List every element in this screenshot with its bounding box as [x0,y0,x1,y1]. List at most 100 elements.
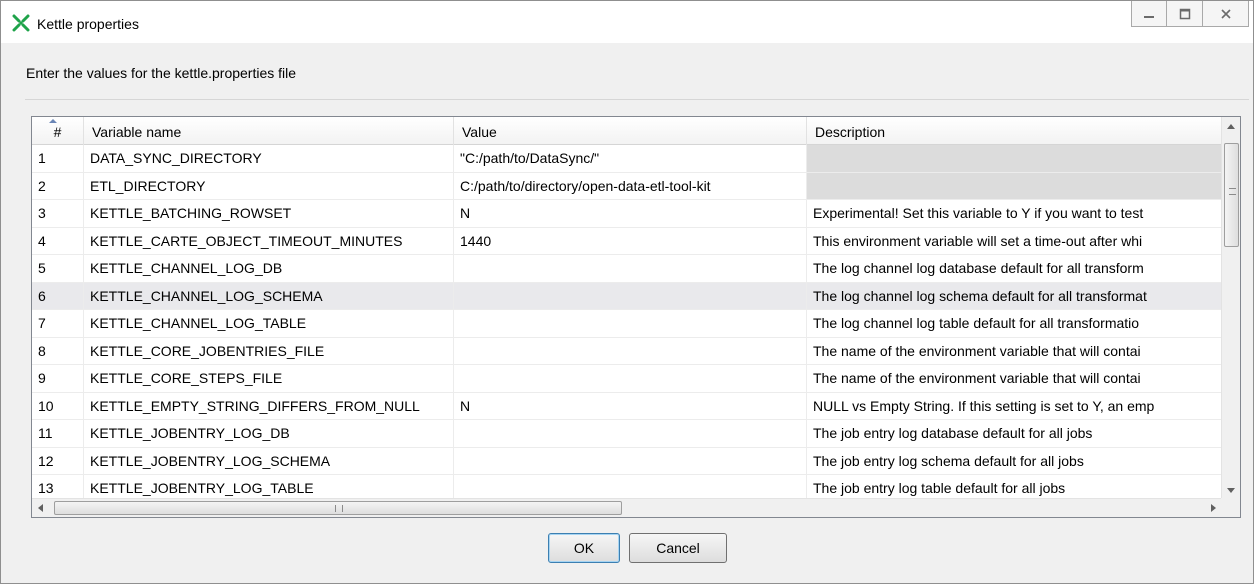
table-row[interactable]: 3 KETTLE_BATCHING_ROWSET N Experimental! Se… [32,200,1222,228]
table-row[interactable]: 11 KETTLE_JOBENTRY_LOG_DB The job entry lo… [32,420,1222,448]
grip-icon [1229,188,1236,195]
horizontal-scrollbar[interactable] [32,498,1222,517]
scrollbar-corner [1221,498,1240,517]
description-cell[interactable] [807,145,1222,172]
variable-name-cell[interactable]: KETTLE_BATCHING_ROWSET [84,200,454,227]
description-cell[interactable]: The name of the environment variable tha… [807,337,1222,364]
table-header: # Variable name Value Description [32,117,1222,145]
description-cell[interactable]: Experimental! Set this variable to Y if … [807,200,1222,227]
row-number: 4 [32,227,84,254]
row-number: 11 [32,420,84,447]
table-row[interactable]: 13 KETTLE_JOBENTRY_LOG_TABLE The job entry… [32,475,1222,500]
close-button[interactable] [1203,1,1249,27]
row-number: 9 [32,365,84,392]
value-cell[interactable]: C:/path/to/directory/open-data-etl-tool-… [454,172,807,199]
row-number: 8 [32,337,84,364]
scroll-down-icon[interactable] [1227,488,1235,493]
variable-name-cell[interactable]: KETTLE_CHANNEL_LOG_SCHEMA [84,282,454,309]
ok-button[interactable]: OK [548,533,620,563]
variable-name-cell[interactable]: KETTLE_CHANNEL_LOG_DB [84,255,454,282]
column-header-variable-name[interactable]: Variable name [84,117,454,145]
table-row[interactable]: 6 KETTLE_CHANNEL_LOG_SCHEMA The log channe… [32,282,1222,310]
variable-name-cell[interactable]: KETTLE_CORE_STEPS_FILE [84,365,454,392]
description-cell[interactable]: The log channel log table default for al… [807,310,1222,337]
description-cell[interactable]: This environment variable will set a tim… [807,227,1222,254]
close-icon [1220,8,1231,19]
description-cell[interactable]: The job entry log schema default for all… [807,447,1222,474]
column-header-description[interactable]: Description [807,117,1222,145]
column-header-label: Value [462,124,497,140]
horizontal-scroll-thumb[interactable] [54,501,622,515]
column-header-label: Description [815,124,886,140]
value-cell[interactable] [454,365,807,392]
variable-name-cell[interactable]: KETTLE_JOBENTRY_LOG_DB [84,420,454,447]
row-number: 6 [32,282,84,309]
row-number: 2 [32,172,84,199]
table-row[interactable]: 10 KETTLE_EMPTY_STRING_DIFFERS_FROM_NULL N… [32,392,1222,420]
row-number: 12 [32,447,84,474]
description-cell[interactable]: NULL vs Empty String. If this setting is… [807,392,1222,419]
window-controls [1131,1,1249,29]
table-row[interactable]: 2 ETL_DIRECTORY C:/path/to/directory/open-… [32,172,1222,200]
value-cell[interactable] [454,475,807,500]
value-cell[interactable] [454,447,807,474]
variable-name-cell[interactable]: KETTLE_CARTE_OBJECT_TIMEOUT_MINUTES [84,227,454,254]
table-row[interactable]: 12 KETTLE_JOBENTRY_LOG_SCHEMA The job entr… [32,447,1222,475]
table-row[interactable]: 1 DATA_SYNC_DIRECTORY "C:/path/to/DataSync… [32,145,1222,173]
value-cell[interactable]: "C:/path/to/DataSync/" [454,145,807,172]
table-row[interactable]: 5 KETTLE_CHANNEL_LOG_DB The log channel lo… [32,255,1222,283]
scroll-right-icon[interactable] [1211,504,1216,512]
value-cell[interactable]: N [454,200,807,227]
variable-name-cell[interactable]: KETTLE_CHANNEL_LOG_TABLE [84,310,454,337]
description-cell[interactable]: The log channel log database default for… [807,255,1222,282]
variable-name-cell[interactable]: KETTLE_JOBENTRY_LOG_SCHEMA [84,447,454,474]
scroll-up-icon[interactable] [1227,124,1235,129]
column-header-label: # [53,124,62,140]
row-number: 13 [32,475,84,500]
row-number: 10 [32,392,84,419]
value-cell[interactable] [454,255,807,282]
variable-name-cell[interactable]: KETTLE_CORE_JOBENTRIES_FILE [84,337,454,364]
table-row[interactable]: 8 KETTLE_CORE_JOBENTRIES_FILE The name of … [32,337,1222,365]
description-cell[interactable]: The job entry log database default for a… [807,420,1222,447]
variable-name-cell[interactable]: KETTLE_EMPTY_STRING_DIFFERS_FROM_NULL [84,392,454,419]
table-body: 1 DATA_SYNC_DIRECTORY "C:/path/to/DataSync… [32,145,1222,500]
variable-name-cell[interactable]: ETL_DIRECTORY [84,172,454,199]
value-cell[interactable] [454,282,807,309]
vertical-scroll-thumb[interactable] [1224,143,1239,247]
description-cell[interactable]: The log channel log schema default for a… [807,282,1222,309]
minimize-icon [1144,15,1154,18]
description-cell[interactable]: The job entry log table default for all … [807,475,1222,500]
column-header-value[interactable]: Value [454,117,807,145]
row-number: 5 [32,255,84,282]
column-header-label: Variable name [92,124,182,140]
value-cell[interactable] [454,310,807,337]
kettle-app-icon [12,14,30,32]
value-cell[interactable] [454,337,807,364]
minimize-button[interactable] [1131,1,1167,27]
value-cell[interactable]: N [454,392,807,419]
row-number: 1 [32,145,84,172]
variable-name-cell[interactable]: DATA_SYNC_DIRECTORY [84,145,454,172]
vertical-scrollbar[interactable] [1221,117,1240,500]
maximize-icon [1179,8,1190,19]
column-header-number[interactable]: # [32,117,84,145]
instruction-text: Enter the values for the kettle.properti… [26,65,297,81]
table-row[interactable]: 4 KETTLE_CARTE_OBJECT_TIMEOUT_MINUTES 1440… [32,227,1222,255]
value-cell[interactable] [454,420,807,447]
scroll-left-icon[interactable] [38,504,43,512]
title-bar: Kettle properties [1,1,1253,43]
table-row[interactable]: 9 KETTLE_CORE_STEPS_FILE The name of the e… [32,365,1222,393]
sort-ascending-icon [49,119,57,123]
kettle-properties-dialog: Kettle properties Enter the values for t… [0,0,1254,584]
maximize-button[interactable] [1167,1,1203,27]
cancel-button[interactable]: Cancel [629,533,727,563]
description-cell[interactable]: The name of the environment variable tha… [807,365,1222,392]
row-number: 3 [32,200,84,227]
variable-name-cell[interactable]: KETTLE_JOBENTRY_LOG_TABLE [84,475,454,500]
description-cell[interactable] [807,172,1222,199]
value-cell[interactable]: 1440 [454,227,807,254]
grip-icon [335,505,343,512]
table-row[interactable]: 7 KETTLE_CHANNEL_LOG_TABLE The log channel… [32,310,1222,338]
row-number: 7 [32,310,84,337]
